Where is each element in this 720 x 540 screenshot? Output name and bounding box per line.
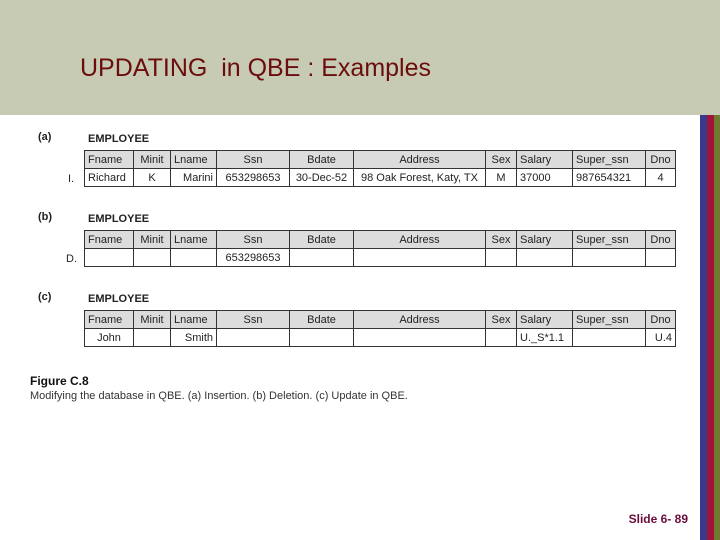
table-row: 653298653 xyxy=(84,248,676,267)
column-header-minit: Minit xyxy=(133,310,171,329)
column-header-salary: Salary xyxy=(516,230,573,249)
cell-dno xyxy=(645,248,676,267)
column-header-bdate: Bdate xyxy=(289,230,354,249)
cell-salary: U._S*1.1 xyxy=(516,328,573,347)
column-header-address: Address xyxy=(353,310,486,329)
column-header-super_ssn: Super_ssn xyxy=(572,230,646,249)
row-prefix-insert: I. xyxy=(68,173,75,185)
slide-number: Slide 6- 89 xyxy=(628,512,688,526)
cell-ssn: 653298653 xyxy=(216,248,290,267)
stripe-red xyxy=(707,115,714,540)
column-header-address: Address xyxy=(353,230,486,249)
cell-super_ssn xyxy=(572,328,646,347)
cell-fname: John xyxy=(84,328,134,347)
cell-address xyxy=(353,248,486,267)
column-header-fname: Fname xyxy=(84,230,134,249)
column-header-sex: Sex xyxy=(485,230,517,249)
cell-lname xyxy=(170,248,217,267)
table-name-b: EMPLOYEE xyxy=(88,213,150,225)
column-header-super_ssn: Super_ssn xyxy=(572,310,646,329)
column-header-ssn: Ssn xyxy=(216,230,290,249)
cell-salary xyxy=(516,248,573,267)
table-name-a: EMPLOYEE xyxy=(88,133,150,145)
stripe-olive xyxy=(714,115,720,540)
column-header-salary: Salary xyxy=(516,310,573,329)
cell-salary: 37000 xyxy=(516,168,573,187)
cell-sex: M xyxy=(485,168,517,187)
figure-caption: Modifying the database in QBE. (a) Inser… xyxy=(30,390,408,402)
cell-minit xyxy=(133,328,171,347)
cell-address: 98 Oak Forest, Katy, TX xyxy=(353,168,486,187)
qbe-table-update: Fname Minit Lname Ssn Bdate Address Sex Salary S… xyxy=(84,310,676,347)
cell-minit: K xyxy=(133,168,171,187)
table-header-row: Fname Minit Lname Ssn Bdate Address Sex Salary S… xyxy=(84,150,676,169)
column-header-ssn: Ssn xyxy=(216,310,290,329)
cell-ssn: 653298653 xyxy=(216,168,290,187)
column-header-sex: Sex xyxy=(485,150,517,169)
cell-sex xyxy=(485,248,517,267)
table-header-row: Fname Minit Lname Ssn Bdate Address Sex Salary S… xyxy=(84,230,676,249)
section-label-c: (c) xyxy=(38,291,52,303)
column-header-sex: Sex xyxy=(485,310,517,329)
column-header-minit: Minit xyxy=(133,150,171,169)
slide-title: UPDATING in QBE : Examples xyxy=(80,54,432,82)
table-row: John Smith U._S*1.1 U.4 xyxy=(84,328,676,347)
table-header-row: Fname Minit Lname Ssn Bdate Address Sex Salary S… xyxy=(84,310,676,329)
cell-sex xyxy=(485,328,517,347)
table-name-c: EMPLOYEE xyxy=(88,293,150,305)
cell-lname: Smith xyxy=(170,328,217,347)
cell-bdate: 30-Dec-52 xyxy=(289,168,354,187)
cell-minit xyxy=(133,248,171,267)
column-header-salary: Salary xyxy=(516,150,573,169)
table-row: Richard K Marini 653298653 30-Dec-52 98 Oak F… xyxy=(84,168,676,187)
column-header-bdate: Bdate xyxy=(289,310,354,329)
cell-address xyxy=(353,328,486,347)
column-header-dno: Dno xyxy=(645,310,676,329)
stripe-blue xyxy=(700,115,707,540)
qbe-table-insert: Fname Minit Lname Ssn Bdate Address Sex Salary S… xyxy=(84,150,676,187)
cell-bdate xyxy=(289,328,354,347)
column-header-lname: Lname xyxy=(170,150,217,169)
column-header-minit: Minit xyxy=(133,230,171,249)
cell-ssn xyxy=(216,328,290,347)
slide-header: UPDATING in QBE : Examples xyxy=(0,0,720,115)
decorative-stripes xyxy=(700,115,720,540)
cell-lname: Marini xyxy=(170,168,217,187)
column-header-fname: Fname xyxy=(84,310,134,329)
cell-dno: 4 xyxy=(645,168,676,187)
cell-super_ssn xyxy=(572,248,646,267)
cell-super_ssn: 987654321 xyxy=(572,168,646,187)
qbe-table-delete: Fname Minit Lname Ssn Bdate Address Sex Salary S… xyxy=(84,230,676,267)
column-header-fname: Fname xyxy=(84,150,134,169)
section-label-a: (a) xyxy=(38,131,52,143)
cell-bdate xyxy=(289,248,354,267)
cell-dno: U.4 xyxy=(645,328,676,347)
row-prefix-delete: D. xyxy=(66,253,77,265)
column-header-super_ssn: Super_ssn xyxy=(572,150,646,169)
figure-title: Figure C.8 xyxy=(30,374,89,388)
section-label-b: (b) xyxy=(38,211,53,223)
column-header-address: Address xyxy=(353,150,486,169)
column-header-dno: Dno xyxy=(645,150,676,169)
column-header-ssn: Ssn xyxy=(216,150,290,169)
column-header-bdate: Bdate xyxy=(289,150,354,169)
column-header-dno: Dno xyxy=(645,230,676,249)
column-header-lname: Lname xyxy=(170,230,217,249)
cell-fname: Richard xyxy=(84,168,134,187)
column-header-lname: Lname xyxy=(170,310,217,329)
cell-fname xyxy=(84,248,134,267)
